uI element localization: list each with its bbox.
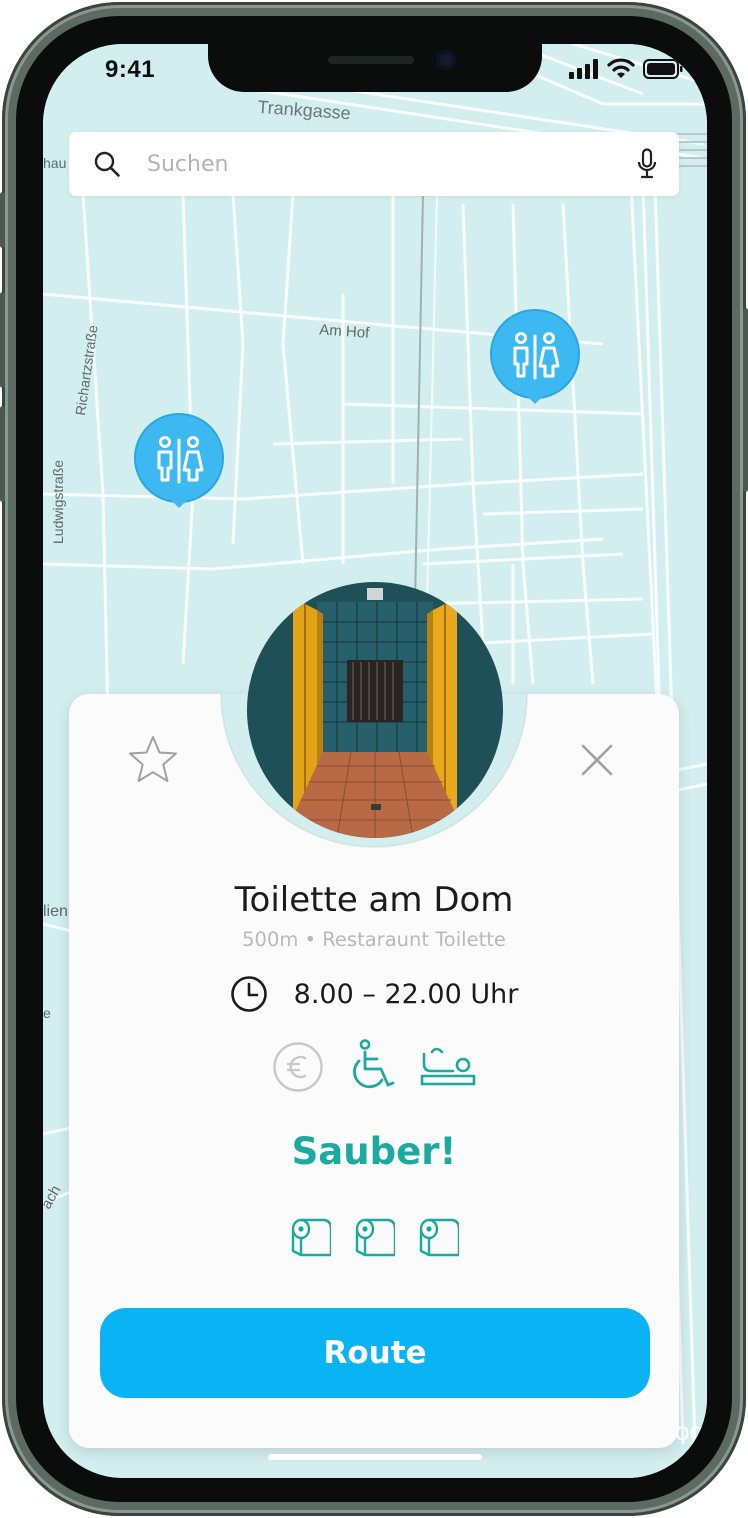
speaker-grille bbox=[328, 56, 414, 64]
street-label-fragment-top-left: hau bbox=[43, 155, 66, 171]
clock-icon bbox=[230, 976, 267, 1012]
home-indicator[interactable] bbox=[268, 1454, 482, 1460]
toilet-photo bbox=[247, 582, 503, 838]
opening-hours-text: 8.00 – 22.00 Uhr bbox=[293, 978, 519, 1010]
toilet-paper-icon bbox=[355, 1218, 395, 1257]
opening-hours: 8.00 – 22.00 Uhr bbox=[69, 972, 679, 1016]
street-label-fragment-left-middle: lien bbox=[43, 903, 68, 920]
toilet-subtitle: 500m • Restaraunt Toilette bbox=[242, 928, 506, 951]
battery-icon bbox=[643, 59, 683, 79]
app-screen: Trankgasse Am Hof Richartzstraße Ludwigs… bbox=[43, 44, 707, 1478]
phone-frame: Trankgasse Am Hof Richartzstraße Ludwigs… bbox=[0, 2, 748, 1516]
star-outline-icon[interactable] bbox=[127, 734, 179, 786]
search-bar[interactable] bbox=[69, 132, 679, 196]
status-time: 9:41 bbox=[105, 56, 156, 83]
status-icons bbox=[569, 58, 683, 80]
toilet-pin-1[interactable] bbox=[133, 412, 225, 512]
toilet-title: Toilette am Dom bbox=[234, 880, 514, 920]
toilet-paper-icon bbox=[419, 1218, 459, 1257]
street-label-am-hof: Am Hof bbox=[319, 321, 371, 342]
wheelchair-icon bbox=[353, 1039, 395, 1089]
search-icon[interactable] bbox=[93, 150, 121, 178]
search-input[interactable] bbox=[145, 142, 615, 186]
close-icon[interactable] bbox=[579, 742, 615, 778]
route-button[interactable]: Route bbox=[100, 1308, 650, 1398]
amenities-row bbox=[69, 1038, 679, 1096]
cellular-signal-icon bbox=[569, 59, 598, 79]
volume-down-button bbox=[0, 406, 5, 502]
front-camera bbox=[436, 50, 456, 70]
notch bbox=[208, 44, 542, 92]
map-attribution-fragment: og bbox=[675, 1416, 704, 1446]
euro-icon bbox=[273, 1042, 323, 1092]
wifi-icon bbox=[607, 58, 635, 78]
street-label-ludwigstrasse: Ludwigstraße bbox=[50, 460, 66, 544]
mute-switch bbox=[0, 192, 5, 248]
volume-up-button bbox=[0, 292, 5, 388]
phone-bezel: Trankgasse Am Hof Richartzstraße Ludwigs… bbox=[16, 16, 732, 1502]
baby-changing-icon bbox=[420, 1047, 476, 1086]
cleanliness-rating bbox=[69, 1214, 679, 1262]
toilet-pin-2[interactable] bbox=[489, 308, 581, 408]
cleanliness-rating-label: Sauber! bbox=[291, 1130, 457, 1173]
street-label-fragment-left-lower: e bbox=[43, 1005, 51, 1021]
power-button bbox=[743, 308, 748, 492]
toilet-paper-icon bbox=[291, 1218, 331, 1257]
microphone-icon[interactable] bbox=[637, 148, 657, 180]
